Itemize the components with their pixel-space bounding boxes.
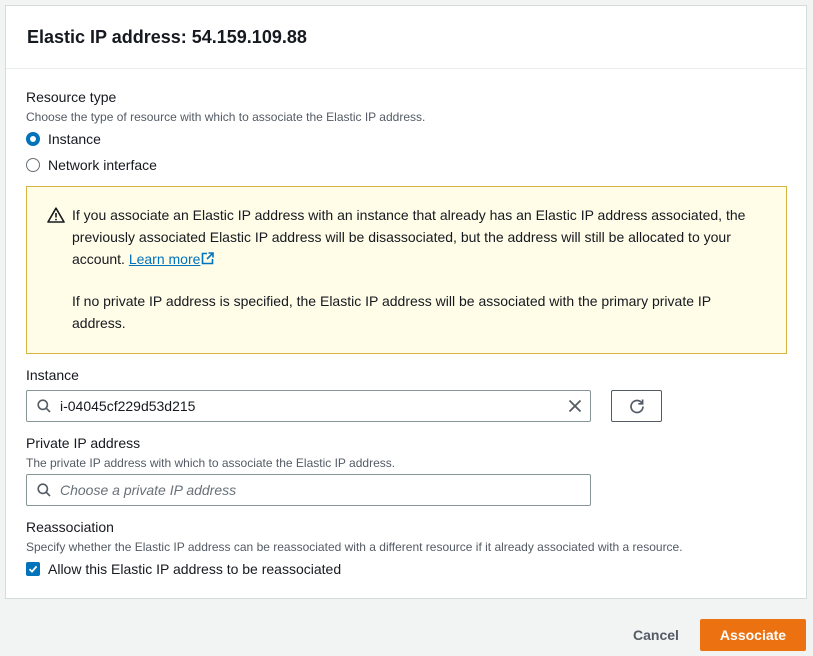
instance-value: i-04045cf229d53d215: [60, 398, 196, 414]
instance-search-input[interactable]: i-04045cf229d53d215: [26, 390, 591, 422]
external-link-icon: [202, 252, 215, 265]
dialog-header: Elastic IP address: 54.159.109.88: [6, 6, 806, 69]
refresh-icon: [629, 399, 644, 414]
radio-instance-label: Instance: [48, 131, 101, 147]
private-ip-description: The private IP address with which to ass…: [26, 456, 396, 470]
radio-unchecked-icon[interactable]: [26, 158, 40, 172]
private-ip-search-input[interactable]: Choose a private IP address: [26, 474, 591, 506]
learn-more-label: Learn more: [128, 251, 201, 267]
radio-checked-icon[interactable]: [26, 132, 40, 146]
reassociation-description: Specify whether the Elastic IP address c…: [26, 540, 683, 554]
reassociate-checkbox-label: Allow this Elastic IP address to be reas…: [48, 561, 342, 577]
cancel-button[interactable]: Cancel: [620, 620, 692, 650]
search-icon: [37, 399, 51, 413]
associate-dialog-panel: Elastic IP address: 54.159.109.88 Resour…: [5, 5, 807, 599]
search-icon: [37, 483, 51, 497]
radio-instance[interactable]: Instance: [26, 131, 101, 147]
learn-more-link[interactable]: Learn more: [129, 251, 215, 267]
alert-paragraph-2: If no private IP address is specified, t…: [72, 293, 711, 331]
resource-type-label: Resource type: [26, 89, 117, 105]
clear-icon[interactable]: [568, 399, 582, 413]
reassociate-checkbox[interactable]: Allow this Elastic IP address to be reas…: [26, 561, 341, 577]
checkbox-checked-icon[interactable]: [26, 562, 40, 576]
associate-button[interactable]: Associate: [700, 619, 806, 651]
private-ip-placeholder: Choose a private IP address: [60, 482, 237, 498]
reassociation-label: Reassociation: [26, 519, 114, 535]
page-title: Elastic IP address: 54.159.109.88: [27, 27, 307, 47]
checkmark-icon: [28, 565, 38, 573]
radio-network-interface-label: Network interface: [48, 157, 157, 173]
alert-paragraph-1: If you associate an Elastic IP address w…: [72, 204, 766, 270]
instance-label: Instance: [26, 367, 79, 383]
resource-type-description: Choose the type of resource with which t…: [26, 110, 426, 124]
private-ip-label: Private IP address: [26, 435, 141, 451]
radio-network-interface[interactable]: Network interface: [26, 157, 157, 173]
refresh-button[interactable]: [611, 390, 662, 422]
warning-alert: If you associate an Elastic IP address w…: [26, 186, 787, 354]
warning-icon: [47, 207, 65, 223]
